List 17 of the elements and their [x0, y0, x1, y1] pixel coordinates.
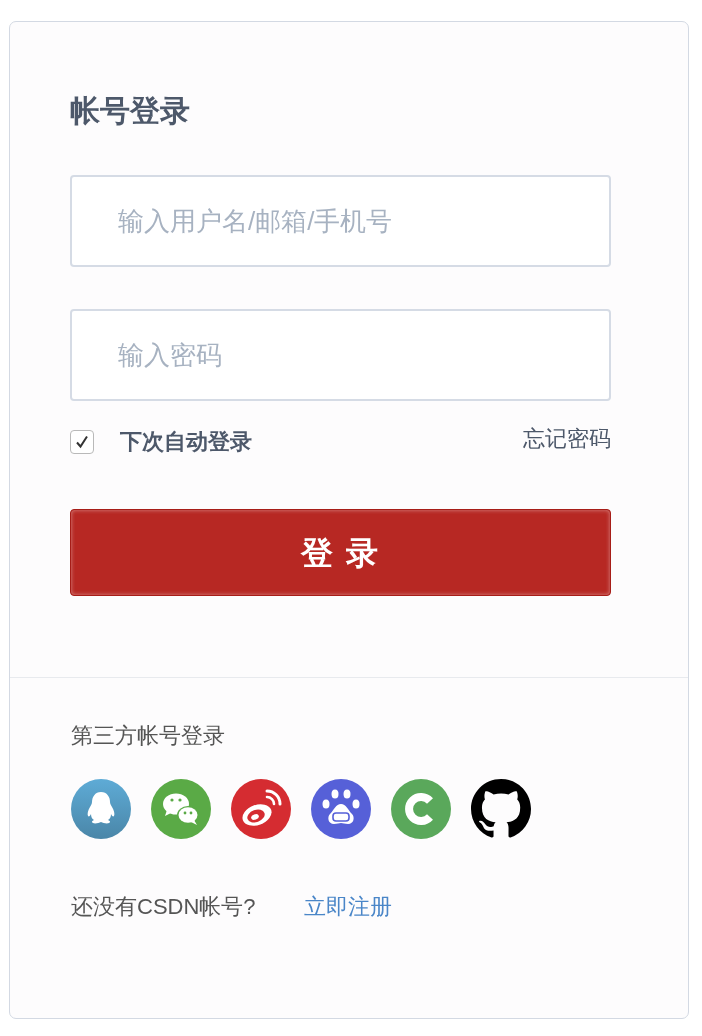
login-button[interactable]: 登 录 [70, 509, 611, 596]
third-party-login-title: 第三方帐号登录 [71, 722, 225, 750]
checkbox[interactable] [70, 430, 94, 454]
checkmark-icon [75, 435, 89, 449]
cat-silhouette-icon[interactable] [471, 779, 531, 839]
paw-print-icon[interactable] [311, 779, 371, 839]
username-field[interactable]: 输入用户名/邮箱/手机号 [70, 175, 611, 267]
signup-prompt: 还没有CSDN帐号? [71, 893, 256, 921]
register-link[interactable]: 立即注册 [303, 893, 392, 921]
login-title: 帐号登录 [70, 93, 190, 129]
penguin-icon[interactable] [71, 779, 131, 839]
password-field[interactable]: 输入密码 [70, 309, 611, 401]
chat-bubbles-icon[interactable] [151, 779, 211, 839]
remember-me-label: 下次自动登录 [120, 429, 252, 455]
c-ring-icon[interactable] [391, 779, 451, 839]
swirl-icon[interactable] [231, 779, 291, 839]
forgot-password-link[interactable]: 忘记密码 [523, 426, 611, 452]
